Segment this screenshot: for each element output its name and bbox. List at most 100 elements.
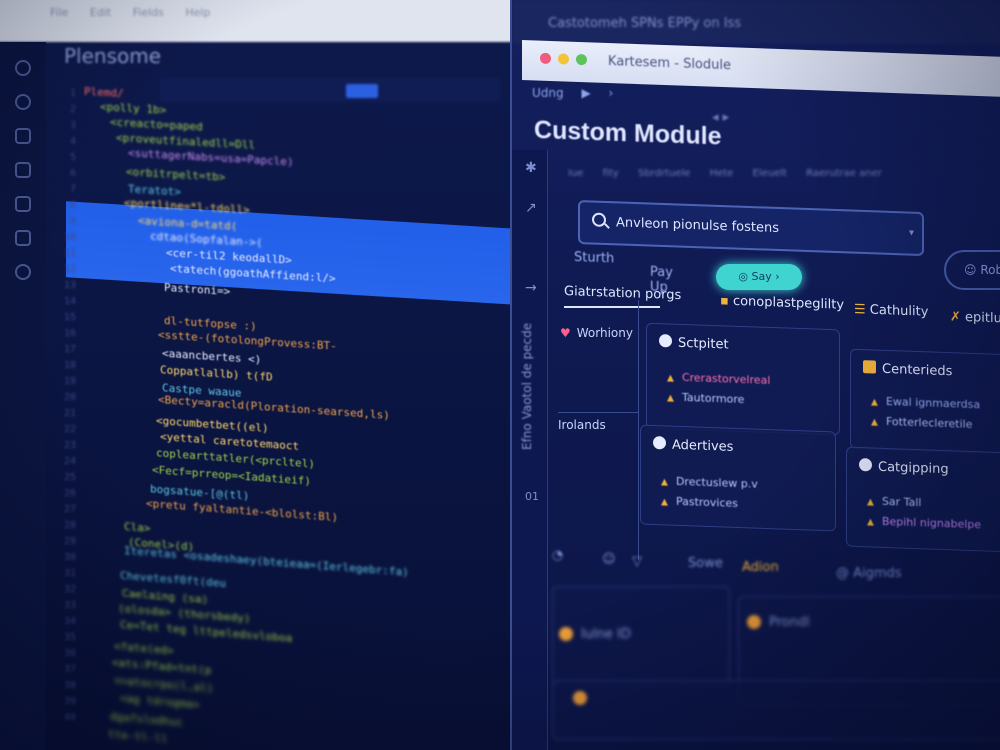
card-title: Centerieds [863, 360, 952, 379]
subtab[interactable]: Eleuelt [753, 168, 787, 179]
section-tab-1[interactable]: ▪ conoplastpeglilty [720, 293, 844, 312]
status-dot [747, 615, 761, 629]
expand-icon[interactable]: ↗ [525, 200, 537, 216]
panel-label: Prondl [769, 615, 810, 630]
code-line: <ag tdrogma> [120, 691, 200, 712]
line-number: 25 [63, 472, 76, 483]
action-row: Sturth Pay Up [574, 250, 673, 295]
menu-file[interactable]: File [50, 6, 68, 19]
line-number: 10 [63, 232, 76, 243]
search-input[interactable] [616, 211, 896, 244]
gear-icon[interactable]: ✱ [525, 160, 537, 176]
tag-icon [859, 458, 872, 472]
source-control-icon[interactable] [15, 128, 31, 144]
close-button[interactable] [540, 52, 551, 65]
minimize-button[interactable] [558, 53, 569, 65]
toolbar-save[interactable]: Sowe [688, 556, 723, 571]
menu-help[interactable]: Help [185, 6, 210, 19]
nav-link[interactable]: Udng [532, 86, 564, 100]
code-line: tte-tl-ll [108, 727, 168, 747]
line-number: 7 [69, 184, 76, 195]
editor-titlebar: File Edit Fields Help [0, 0, 517, 42]
chevron-down-icon[interactable]: ▾ [909, 228, 914, 239]
active-section-underline [564, 306, 660, 308]
toolbar-adion[interactable]: Adion [742, 560, 779, 575]
section-tab-3[interactable]: ✗ epitlunt [950, 309, 1000, 326]
line-number: 32 [63, 584, 76, 595]
line-number: 12 [63, 264, 76, 275]
nav-arrow-icon[interactable]: ▶ [581, 86, 590, 100]
subtab[interactable]: Iue [568, 168, 583, 179]
code-line: <fate(ed> [114, 639, 174, 658]
extensions-icon[interactable] [15, 196, 31, 212]
side-pill-button[interactable]: ☺ Roby [944, 250, 1000, 290]
chat-icon[interactable]: ◔ [552, 548, 563, 563]
user-icon[interactable]: ☺ [602, 552, 616, 567]
subtab[interactable]: Raerutrae aner [806, 168, 882, 179]
search-bar[interactable]: ▾ [578, 200, 924, 257]
folder-icon [863, 360, 876, 374]
line-number: 26 [63, 488, 76, 499]
left-item-irolands[interactable]: Irolands [558, 418, 606, 432]
line-number: 28 [63, 520, 76, 531]
card-sctpitet[interactable]: Sctpitet ▲ Crerastorvelreal ▲ Tautormore [646, 322, 840, 436]
line-number: 40 [63, 712, 76, 723]
explorer-icon[interactable] [15, 60, 31, 76]
card-adertives[interactable]: Adertives ▲ Drectuslew p.v ▲ Pastrovices [640, 424, 836, 532]
line-number: 30 [63, 552, 76, 563]
module-window: Castotomeh SPNs EPPy on Iss Kartesem - S… [510, 0, 1000, 750]
code-line: <tatech(ggoathAffiend:l/> [170, 261, 336, 285]
arrow-icon[interactable]: → [525, 280, 537, 296]
bottom-panel-footer[interactable] [552, 680, 1000, 740]
line-number: 31 [63, 568, 76, 579]
editor-file-tab[interactable]: Plensome [64, 44, 161, 74]
search-icon[interactable] [15, 94, 31, 110]
card-catgipping[interactable]: Catgipping ▲ Sar Tall ▲ Bepihl nignabelpe [846, 446, 1000, 554]
filter-icon[interactable]: ▽ [632, 554, 642, 569]
code-line: dgafslodhuc [110, 709, 183, 729]
code-line: Ce=Tet teg lttpeledsvloboa [120, 617, 293, 645]
toolbar-aigmds[interactable]: @ Aigmds [836, 566, 902, 581]
maximize-button[interactable] [576, 53, 587, 66]
search-link[interactable]: Sturth [574, 250, 614, 266]
search-icon [592, 212, 606, 227]
bottom-panel-left[interactable]: Iulne ID [552, 586, 730, 686]
line-number: 3 [69, 120, 76, 131]
subtab[interactable]: Sbrdrtuele [638, 168, 690, 179]
line-number: 4 [69, 136, 76, 147]
code-line: Cla> [124, 519, 151, 535]
forward-arrow-icon[interactable]: ▸ [723, 110, 730, 125]
code-line: <suttagerNabs=usa=Papcle) [128, 146, 294, 169]
say-pill-button[interactable]: ◎ Say › [716, 264, 802, 290]
card-line: ▲ Tautormore [667, 390, 745, 407]
line-number: 33 [63, 600, 76, 611]
code-area[interactable]: Plemd/<polly 1b> <creacto=paped <proveutfi… [80, 85, 500, 747]
nav-breadcrumb: Udng ▶ › [532, 86, 627, 100]
side-rail: ✱ ↗ → Efno Vaotol de pecde 01 [512, 150, 548, 750]
rail-number: 01 [525, 490, 539, 503]
card-line: ▲ Pastrovices [661, 494, 738, 510]
clock-icon [653, 436, 666, 450]
subtab[interactable]: fity [603, 168, 619, 179]
section-tab-2[interactable]: ☰ Cathulity [854, 302, 928, 320]
line-number: 2 [69, 104, 76, 115]
section-tab-0[interactable]: Giatrstation porgs [564, 284, 681, 303]
left-item-worhiony[interactable]: ♥ Worhiony [560, 326, 633, 340]
card-centerieds[interactable]: Centerieds ▲ Ewal ignmaerdsa ▲ Fotterlecle… [850, 348, 1000, 456]
line-number: 6 [69, 168, 76, 179]
layout-icon[interactable] [15, 230, 31, 246]
line-number: 15 [63, 312, 76, 323]
info-icon [659, 334, 672, 348]
line-number: 13 [63, 280, 76, 291]
debug-icon[interactable] [15, 162, 31, 178]
line-number: 27 [63, 504, 76, 515]
code-line: <orbitrpelt=tb> [126, 164, 226, 184]
nav-chevron-icon[interactable]: › [609, 86, 614, 100]
subtab[interactable]: Hete [710, 168, 734, 179]
menu-fields[interactable]: Fields [133, 6, 164, 19]
code-line: Chevetesf0ft(deu [120, 568, 226, 590]
menu-edit[interactable]: Edit [90, 6, 111, 19]
line-number: 16 [63, 328, 76, 339]
settings-icon[interactable] [15, 264, 31, 280]
line-number: 20 [63, 392, 76, 403]
